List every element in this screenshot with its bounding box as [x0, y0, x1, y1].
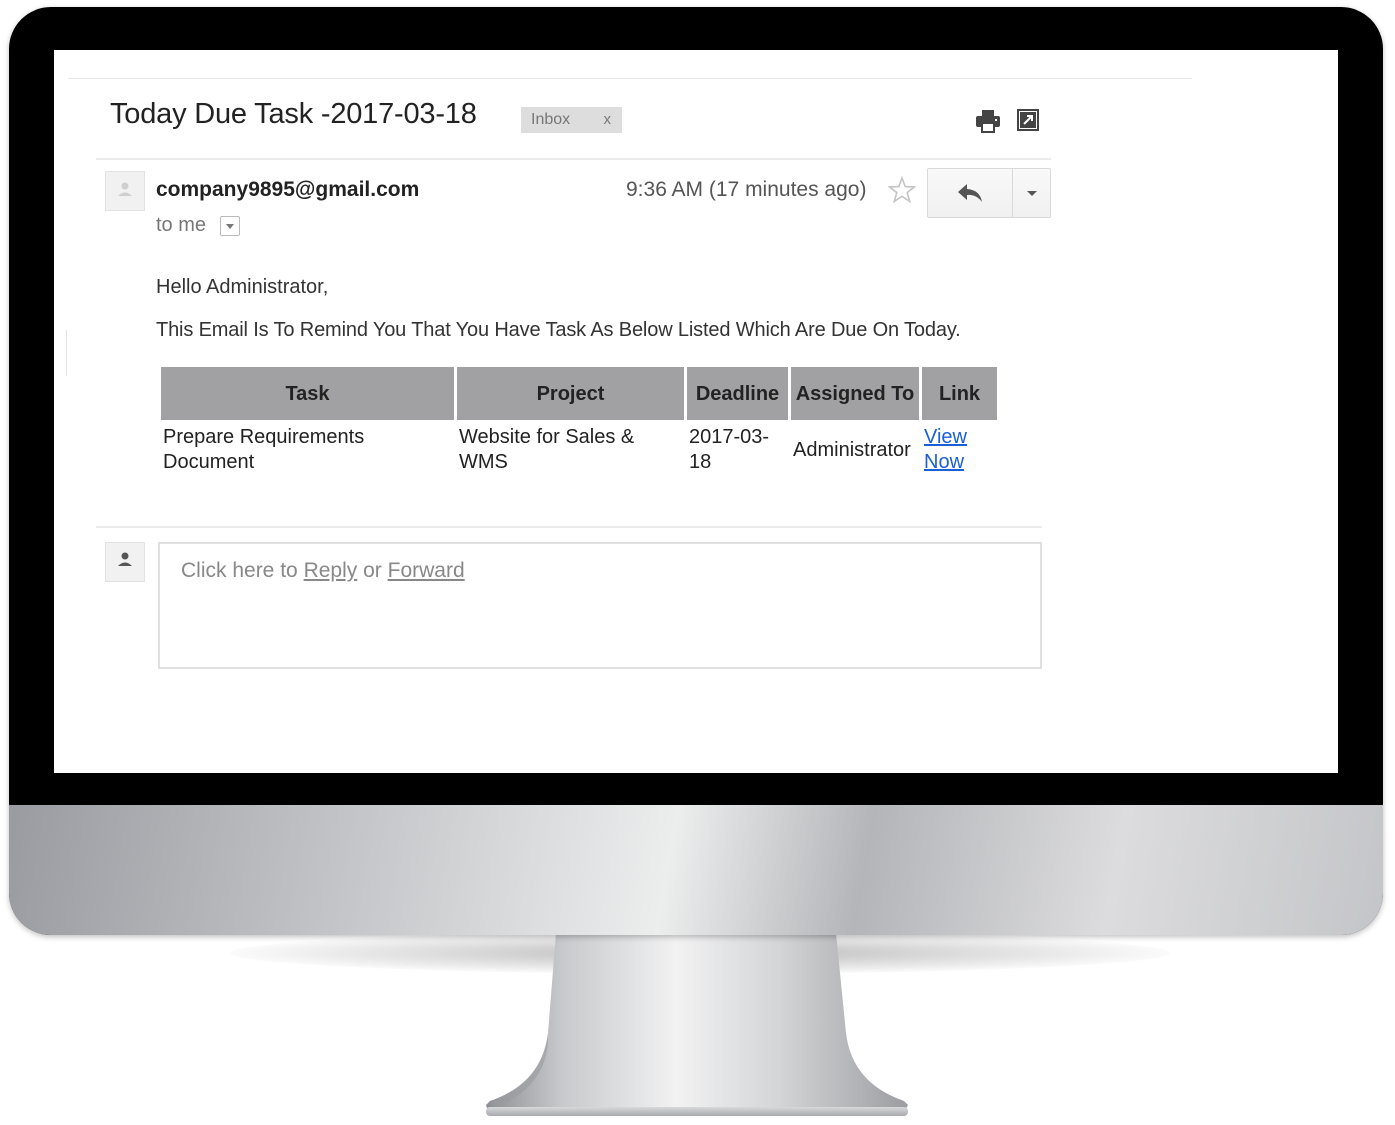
monitor-chin — [9, 805, 1383, 935]
table-row: Prepare Requirements Document Website fo… — [161, 423, 997, 477]
my-avatar — [105, 542, 145, 582]
remove-label-button[interactable]: x — [604, 107, 612, 133]
view-now-link[interactable]: View Now — [924, 426, 967, 473]
reply-button-group — [927, 168, 1051, 218]
header-project: Project — [457, 367, 684, 420]
reply-icon — [958, 184, 982, 202]
print-icon[interactable] — [975, 109, 1001, 133]
show-details-button[interactable] — [220, 216, 240, 236]
reply-compose-box[interactable]: Click here to Reply or Forward — [158, 542, 1042, 669]
body-divider — [96, 526, 1042, 528]
inbox-label-chip[interactable]: Inbox x — [521, 107, 622, 133]
person-icon — [118, 182, 132, 196]
reply-prompt: Click here to Reply or Forward — [181, 559, 465, 583]
sender-avatar — [105, 171, 145, 211]
reply-link[interactable]: Reply — [304, 559, 358, 582]
sender-address[interactable]: company9895@gmail.com — [156, 178, 419, 202]
reply-prompt-or: or — [363, 559, 382, 582]
forward-link[interactable]: Forward — [388, 559, 465, 582]
header-deadline: Deadline — [687, 367, 788, 420]
label-chip-text: Inbox — [531, 111, 571, 128]
header-assigned-to: Assigned To — [791, 367, 919, 420]
desktop-mockup: Today Due Task -2017-03-18 Inbox x compa… — [0, 0, 1395, 1125]
email-intro: This Email Is To Remind You That You Hav… — [156, 319, 961, 341]
person-icon — [118, 552, 132, 566]
cell-assigned-to: Administrator — [793, 438, 911, 461]
header-link: Link — [922, 367, 997, 420]
table-header-row: Task Project Deadline Assigned To Link — [161, 367, 997, 420]
cell-link: View Now — [922, 423, 997, 477]
email-greeting: Hello Administrator, — [156, 276, 329, 298]
recipient-text: to me — [156, 214, 207, 236]
cell-deadline: 2017-03-18 — [689, 426, 770, 473]
monitor-stand — [484, 933, 910, 1118]
pane-edge — [66, 330, 67, 376]
cell-task: Prepare Requirements Document — [163, 426, 365, 473]
email-timestamp: 9:36 AM (17 minutes ago) — [626, 178, 867, 201]
cell-project: Website for Sales & WMS — [459, 426, 635, 473]
header-divider — [96, 158, 1051, 160]
star-icon[interactable] — [888, 176, 916, 204]
header-task: Task — [161, 367, 454, 420]
email-subject: Today Due Task -2017-03-18 — [110, 98, 477, 130]
reply-button[interactable] — [928, 169, 1012, 217]
toolbar-divider — [68, 78, 1192, 79]
email-view: Today Due Task -2017-03-18 Inbox x compa… — [54, 50, 1338, 773]
due-tasks-table: Task Project Deadline Assigned To Link P… — [158, 364, 1000, 480]
more-actions-chevron-down-icon[interactable] — [1012, 169, 1051, 217]
reply-prompt-prefix: Click here to — [181, 559, 298, 582]
new-window-icon[interactable] — [1017, 109, 1039, 131]
